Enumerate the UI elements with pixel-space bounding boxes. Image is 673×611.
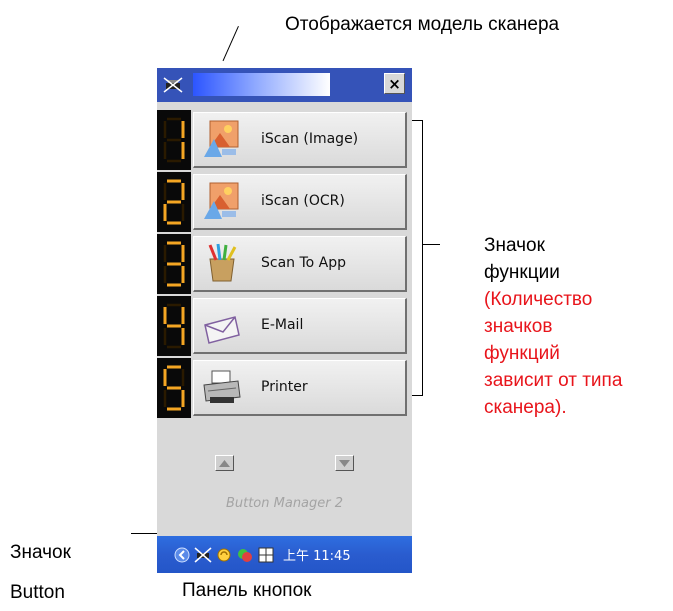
button-manager-label: Button Manager 2 bbox=[225, 496, 344, 511]
scanner-model-pointer-line bbox=[222, 26, 239, 62]
function-button-label: iScan (Image) bbox=[261, 131, 359, 147]
triangle-up-icon bbox=[219, 459, 230, 467]
scroll-down-button[interactable] bbox=[335, 455, 354, 471]
button-panel-annotation: Панель кнопок bbox=[182, 580, 312, 601]
function-button-label: Scan To App bbox=[261, 255, 347, 271]
digit-display bbox=[157, 234, 191, 294]
function-row: iScan (Image) bbox=[157, 110, 412, 170]
arrow-icon[interactable] bbox=[173, 546, 191, 564]
taskbar-clock[interactable]: 上午 11:45 bbox=[283, 545, 351, 564]
function-button-iscan-image[interactable]: iScan (Image) bbox=[193, 112, 407, 168]
function-row: Scan To App bbox=[157, 234, 412, 294]
button-panel: × iScan (Image) iScan (OCR) Scan To App … bbox=[157, 68, 412, 573]
function-button-scan-to-app[interactable]: Scan To App bbox=[193, 236, 407, 292]
window-icon[interactable] bbox=[257, 546, 275, 564]
function-row: Printer bbox=[157, 358, 412, 418]
function-button-email[interactable]: E-Mail bbox=[193, 298, 407, 354]
scroll-up-button[interactable] bbox=[215, 455, 234, 471]
function-icon-annotation-line2: функции bbox=[484, 262, 560, 283]
function-bracket-tick bbox=[423, 244, 440, 245]
function-row: E-Mail bbox=[157, 296, 412, 356]
digit-display bbox=[157, 172, 191, 232]
function-bracket-bottom bbox=[412, 395, 423, 396]
digit-display bbox=[157, 296, 191, 356]
scanner-app-icon bbox=[162, 74, 184, 96]
close-button[interactable]: × bbox=[384, 73, 405, 94]
scanner-model-field bbox=[193, 73, 330, 96]
function-button-iscan-ocr[interactable]: iScan (OCR) bbox=[193, 174, 407, 230]
printer-icon bbox=[202, 367, 242, 407]
digit-display bbox=[157, 110, 191, 170]
digit-display bbox=[157, 358, 191, 418]
function-button-label: iScan (OCR) bbox=[261, 193, 345, 209]
network-icon[interactable] bbox=[236, 546, 254, 564]
scanner-model-annotation: Отображается модель сканера bbox=[285, 14, 560, 35]
function-note-line5: сканера). bbox=[484, 397, 567, 418]
scanner-icon[interactable] bbox=[194, 546, 212, 564]
function-note-line3: функций bbox=[484, 343, 560, 364]
title-bar[interactable]: × bbox=[157, 68, 412, 102]
function-button-label: Printer bbox=[261, 379, 308, 395]
function-button-label: E-Mail bbox=[261, 317, 304, 333]
function-bracket-vertical bbox=[422, 120, 423, 396]
button-icon-annotation-line2: Button bbox=[10, 582, 65, 603]
taskbar: 上午 11:45 bbox=[157, 536, 412, 573]
iscan-image-icon bbox=[202, 119, 242, 159]
function-note-line4: зависит от типа bbox=[484, 370, 623, 391]
iscan-ocr-icon bbox=[202, 181, 242, 221]
function-row: iScan (OCR) bbox=[157, 172, 412, 232]
function-icon-annotation-line1: Значок bbox=[484, 235, 545, 256]
triangle-down-icon bbox=[339, 459, 350, 467]
volume-icon[interactable] bbox=[215, 546, 233, 564]
button-icon-annotation-line1: Значок bbox=[10, 542, 71, 563]
function-note-line2: значков bbox=[484, 316, 553, 337]
function-note-line1: (Количество bbox=[484, 289, 593, 310]
function-button-list: iScan (Image) iScan (OCR) Scan To App E-… bbox=[157, 110, 412, 420]
function-button-printer[interactable]: Printer bbox=[193, 360, 407, 416]
email-icon bbox=[202, 305, 242, 345]
scan-to-app-icon bbox=[202, 243, 242, 283]
